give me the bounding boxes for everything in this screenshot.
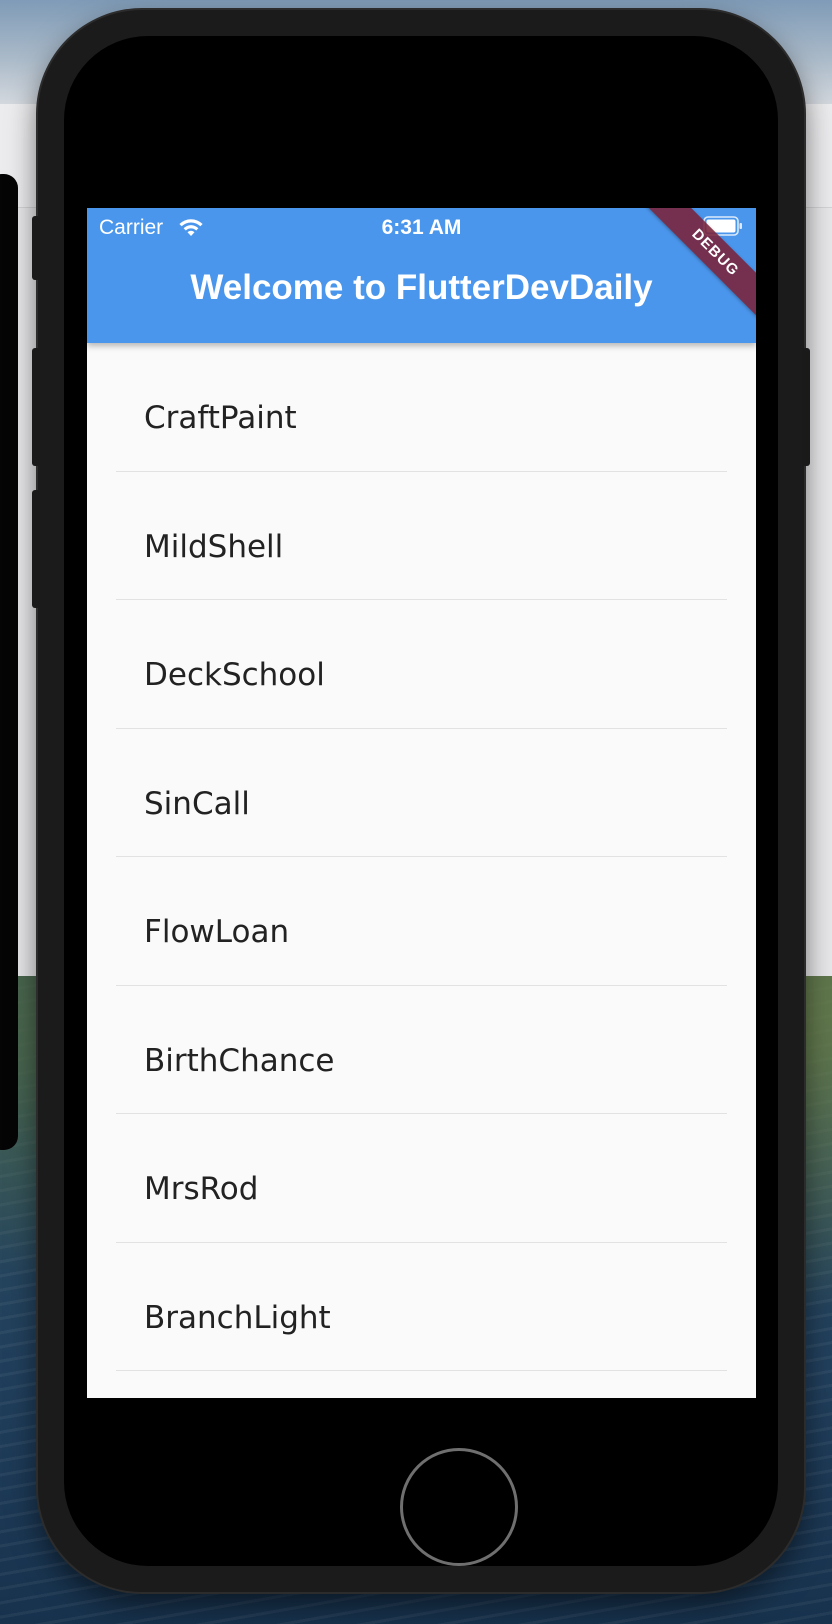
mute-switch[interactable] [32, 216, 40, 280]
list-item[interactable]: CraftPaint [116, 343, 727, 472]
word-list: CraftPaint MildShell DeckSchool SinCall … [87, 343, 756, 1371]
app-bar: Carrier 6:31 AM Welcome to FlutterDevDai… [87, 208, 756, 343]
list-item[interactable]: FlowLoan [116, 857, 727, 986]
home-button[interactable] [400, 1448, 518, 1566]
background-side-panel [0, 174, 18, 1150]
list-item[interactable]: DeckSchool [116, 600, 727, 729]
volume-up-button[interactable] [32, 348, 40, 466]
list-item[interactable]: SinCall [116, 729, 727, 857]
list-item[interactable]: MrsRod [116, 1114, 727, 1243]
power-button[interactable] [802, 348, 810, 466]
list-item[interactable]: MildShell [116, 472, 727, 600]
volume-down-button[interactable] [32, 490, 40, 608]
list-item[interactable]: BranchLight [116, 1243, 727, 1371]
app-screen: Carrier 6:31 AM Welcome to FlutterDevDai… [87, 208, 756, 1398]
page-title: Welcome to FlutterDevDaily [190, 268, 653, 307]
list-item[interactable]: BirthChance [116, 986, 727, 1114]
list-item-label: BranchLight [144, 1299, 331, 1336]
status-time: 6:31 AM [381, 216, 462, 239]
